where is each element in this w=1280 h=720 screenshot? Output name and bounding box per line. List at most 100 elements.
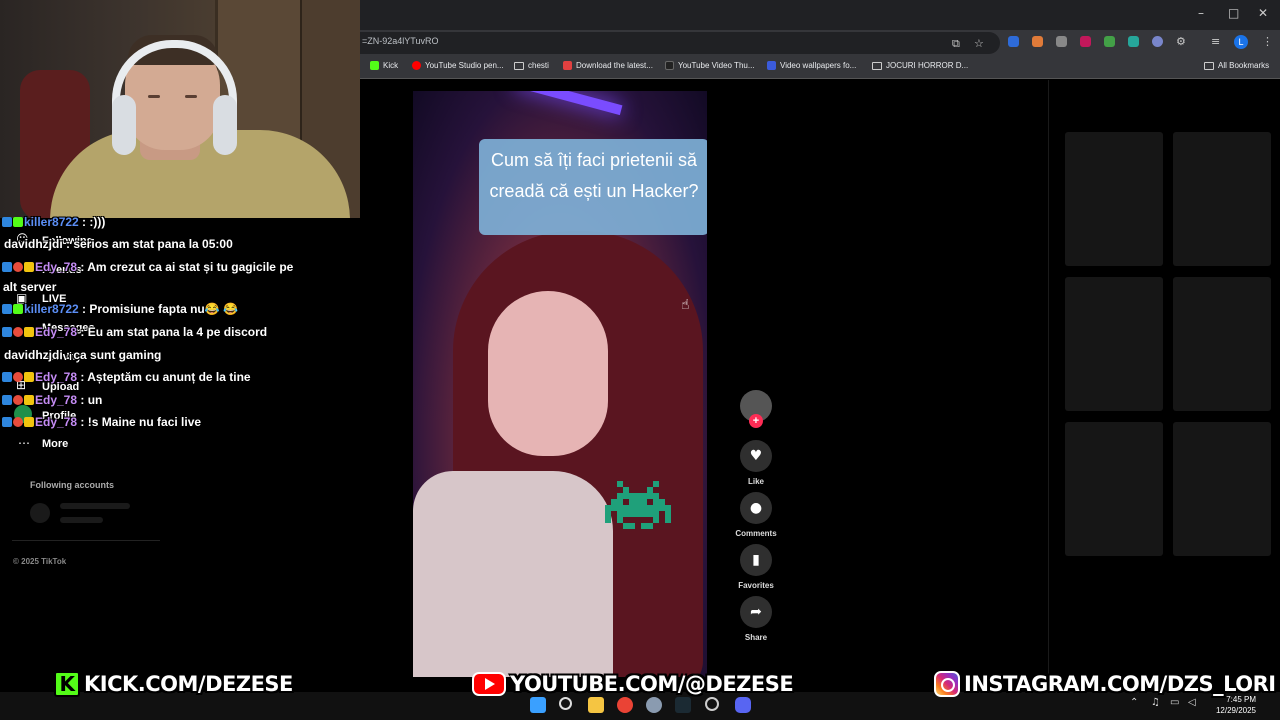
bookmark-youtube-video[interactable]: YouTube Video Thu... [665,61,755,70]
instagram-banner: INSTAGRAM.COM/DZS_LORI [934,668,1276,700]
share-label: Share [744,633,768,642]
skeleton-avatar [30,503,50,523]
youtube-icon [412,61,421,70]
chat-message: davidhzjdi : serios am stat pana la 05:0… [4,237,233,251]
favorites-label: Favorites [738,581,774,590]
bookmark-video-wallpapers[interactable]: Video wallpapers fo... [767,61,856,70]
bookmark-kick[interactable]: Kick [370,61,398,70]
extension-icon[interactable] [1056,36,1067,47]
badge-icon [24,395,34,405]
tiktok-video[interactable]: Cum să îți faci prietenii să creadă că e… [413,91,707,677]
browser-toolbar: =ZN-92a4lYTuvRO ⧉ ☆ ⚙ ≡ L ⋮ [360,30,1280,55]
bookmark-star-icon[interactable]: ☆ [974,37,984,50]
share-icon: ➦ [750,604,762,620]
bookmark-download[interactable]: Download the latest... [563,61,653,70]
headset-earcup [112,95,136,155]
reading-list-icon[interactable]: ≡ [1211,35,1220,48]
badge-icon [13,372,23,382]
browser-titlebar: – □ ✕ [360,0,1280,30]
comments-label: Comments [735,529,777,538]
kick-banner: K KICK.COM/DEZESE [54,668,293,700]
extension-icon[interactable] [1032,36,1043,47]
comments-button[interactable]: ● [740,492,772,524]
skeleton-tile [1173,277,1271,411]
extensions-puzzle-icon[interactable]: ⚙ [1176,35,1186,48]
chat-message: Edy_78 : !s Maine nu faci live [2,415,201,429]
suggestions-panel [1048,80,1280,680]
copyright-text: © 2025 TikTok [13,557,67,566]
badge-icon [13,262,23,272]
skeleton-tile [1173,422,1271,556]
bookmark-chesti[interactable]: chesti [514,61,549,70]
skeleton-line [60,517,103,523]
badge-icon [24,417,34,427]
youtube-banner: YOUTUBE.COM/@DEZESE [472,668,794,700]
badge-icon [2,327,12,337]
badge-icon [2,395,12,405]
bookmark-icon: ▮ [752,552,760,568]
bookmarks-bar: Kick YouTube Studio pen... chesti Downlo… [360,55,1280,79]
badge-icon [2,417,12,427]
skeleton-tile [1065,132,1163,266]
page-icon [563,61,572,70]
instagram-banner-text: INSTAGRAM.COM/DZS_LORI [964,672,1276,696]
skeleton-tile [1173,132,1271,266]
kick-logo-icon: K [54,671,80,697]
favorites-button[interactable]: ▮ [740,544,772,576]
maximize-button[interactable]: □ [1228,6,1239,20]
kick-banner-text: KICK.COM/DEZESE [84,672,293,696]
space-invader-icon [605,481,671,529]
chat-message: Edy_78 : Eu am stat pana la 4 pe discord [2,325,267,339]
video-caption: Cum să îți faci prietenii să creadă că e… [489,150,699,201]
extension-icon[interactable] [1128,36,1139,47]
address-bar[interactable]: =ZN-92a4lYTuvRO ⧉ ☆ [360,32,1000,54]
badge-icon [2,304,12,314]
all-bookmarks[interactable]: All Bookmarks [1204,61,1269,70]
follow-plus-button[interactable]: + [749,414,763,428]
instagram-logo-icon [934,671,960,697]
chat-message: Edy_78 : Am crezut ca ai stat și tu gagi… [2,260,293,274]
kick-icon [370,61,379,70]
youtube-logo-icon [472,672,506,696]
extension-icon[interactable] [1152,36,1163,47]
bookmark-youtube-studio[interactable]: YouTube Studio pen... [412,61,504,70]
close-button[interactable]: ✕ [1258,6,1268,20]
badge-icon [13,217,23,227]
nav-more[interactable]: More [42,438,68,450]
chat-message: davidhzjdi : ca sunt gaming [4,348,162,362]
badge-icon [24,327,34,337]
video-person-face [488,291,608,456]
webcam-feed [0,0,360,218]
page-icon [665,61,674,70]
badge-icon [13,395,23,405]
menu-kebab-icon[interactable]: ⋮ [1262,35,1273,48]
badge-icon [24,372,34,382]
badge-icon [13,327,23,337]
heart-icon: ♥ [749,448,763,464]
mouse-cursor-icon: ☝ [681,297,690,313]
following-accounts-heading: Following accounts [30,480,115,490]
profile-avatar[interactable]: L [1234,35,1248,49]
install-app-icon[interactable]: ⧉ [952,37,960,51]
extension-icon[interactable] [1008,36,1019,47]
extension-icon[interactable] [1104,36,1115,47]
like-button[interactable]: ♥ [740,440,772,472]
badge-icon [2,217,12,227]
youtube-banner-text: YOUTUBE.COM/@DEZESE [510,672,794,696]
extension-icon[interactable] [1080,36,1091,47]
comment-icon: ● [749,500,763,516]
skeleton-tile [1065,422,1163,556]
badge-icon [13,417,23,427]
skeleton-line [60,503,130,509]
skeleton-tile [1065,277,1163,411]
badge-icon [2,262,12,272]
url-text[interactable]: =ZN-92a4lYTuvRO [362,36,438,46]
badge-icon [2,372,12,382]
like-label: Like [747,477,764,486]
more-icon[interactable]: ⋯ [18,436,30,450]
bookmark-jocuri-horror[interactable]: JOCURI HORROR D... [872,61,968,70]
minimize-button[interactable]: – [1198,6,1204,20]
share-button[interactable]: ➦ [740,596,772,628]
chat-message: killer8722 : :))) [2,215,105,229]
badge-icon [24,262,34,272]
